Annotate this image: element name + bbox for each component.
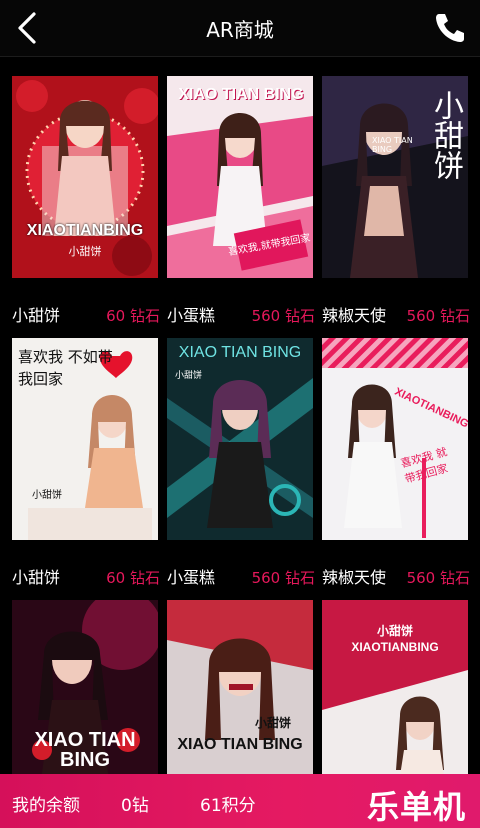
poster-subtitle: 小甜饼 <box>376 624 413 638</box>
product-name: 辣椒天使 <box>322 568 387 587</box>
product-poster[interactable]: 小甜饼 XIAOTIANBING <box>322 600 468 802</box>
poster-subtitle: 小甜饼 <box>255 716 292 730</box>
diamond-balance: 0钻 <box>121 796 149 816</box>
product-poster[interactable]: XIAO TIAN BING <box>12 600 158 802</box>
poster-title: XIAO TIAN BING <box>178 86 304 103</box>
poster-title: 小甜饼 <box>428 90 463 180</box>
poster-subtitle: 小甜饼 <box>175 371 203 381</box>
poster-title: XIAO TIAN BING <box>178 344 302 361</box>
product-price: 560 钻石 <box>406 307 470 325</box>
product-poster[interactable]: 小甜饼 XIAO TIAN BING <box>322 76 468 278</box>
call-button[interactable] <box>430 8 470 48</box>
product-price: 560 钻石 <box>251 569 315 587</box>
top-bar: AR商城 <box>0 0 480 57</box>
product-price: 60 钻石 <box>106 307 160 325</box>
product-poster[interactable]: XIAO TIAN BING 小甜饼 <box>167 338 313 540</box>
product-name: 小蛋糕 <box>167 306 216 325</box>
poster-subtitle: XIAO TIAN BING <box>372 136 413 154</box>
poster-title: XIAOTIANBING <box>26 222 144 239</box>
product-price: 560 钻石 <box>251 307 315 325</box>
balance-label: 我的余额 <box>12 796 80 816</box>
product-name: 辣椒天使 <box>322 306 387 325</box>
points-balance: 61积分 <box>200 796 256 816</box>
page-title: AR商城 <box>206 18 274 42</box>
poster-subtitle: 小甜饼 <box>68 245 102 258</box>
poster-title: 喜欢我 不如带我回家 <box>18 348 113 388</box>
product-price: 60 钻石 <box>106 569 160 587</box>
product-name: 小甜饼 <box>12 568 61 587</box>
product-poster[interactable]: 喜欢我 不如带我回家 小甜饼 <box>12 338 158 540</box>
product-poster[interactable]: XIAOTIANBING 喜欢我 就带我回家 <box>322 338 468 540</box>
poster-title: XIAO TIAN BING <box>34 729 136 771</box>
product-poster[interactable]: XIAO TIAN BING 喜欢我,就带我回家 <box>167 76 313 278</box>
product-poster[interactable]: XIAOTIANBING 小甜饼 <box>12 76 158 278</box>
balance-bar: 我的余额 0钻 61积分 乐单机 <box>0 774 480 828</box>
phone-icon <box>436 14 464 42</box>
product-price: 560 钻石 <box>406 569 470 587</box>
product-name: 小甜饼 <box>12 306 61 325</box>
poster-title: XIAO TIAN BING <box>177 736 303 753</box>
poster-title: XIAOTIANBING <box>351 640 439 654</box>
product-poster[interactable]: 小甜饼 XIAO TIAN BING <box>167 600 313 802</box>
brand-logo: 乐单机 <box>366 788 466 826</box>
poster-subtitle: 小甜饼 <box>32 490 62 501</box>
product-name: 小蛋糕 <box>167 568 216 587</box>
